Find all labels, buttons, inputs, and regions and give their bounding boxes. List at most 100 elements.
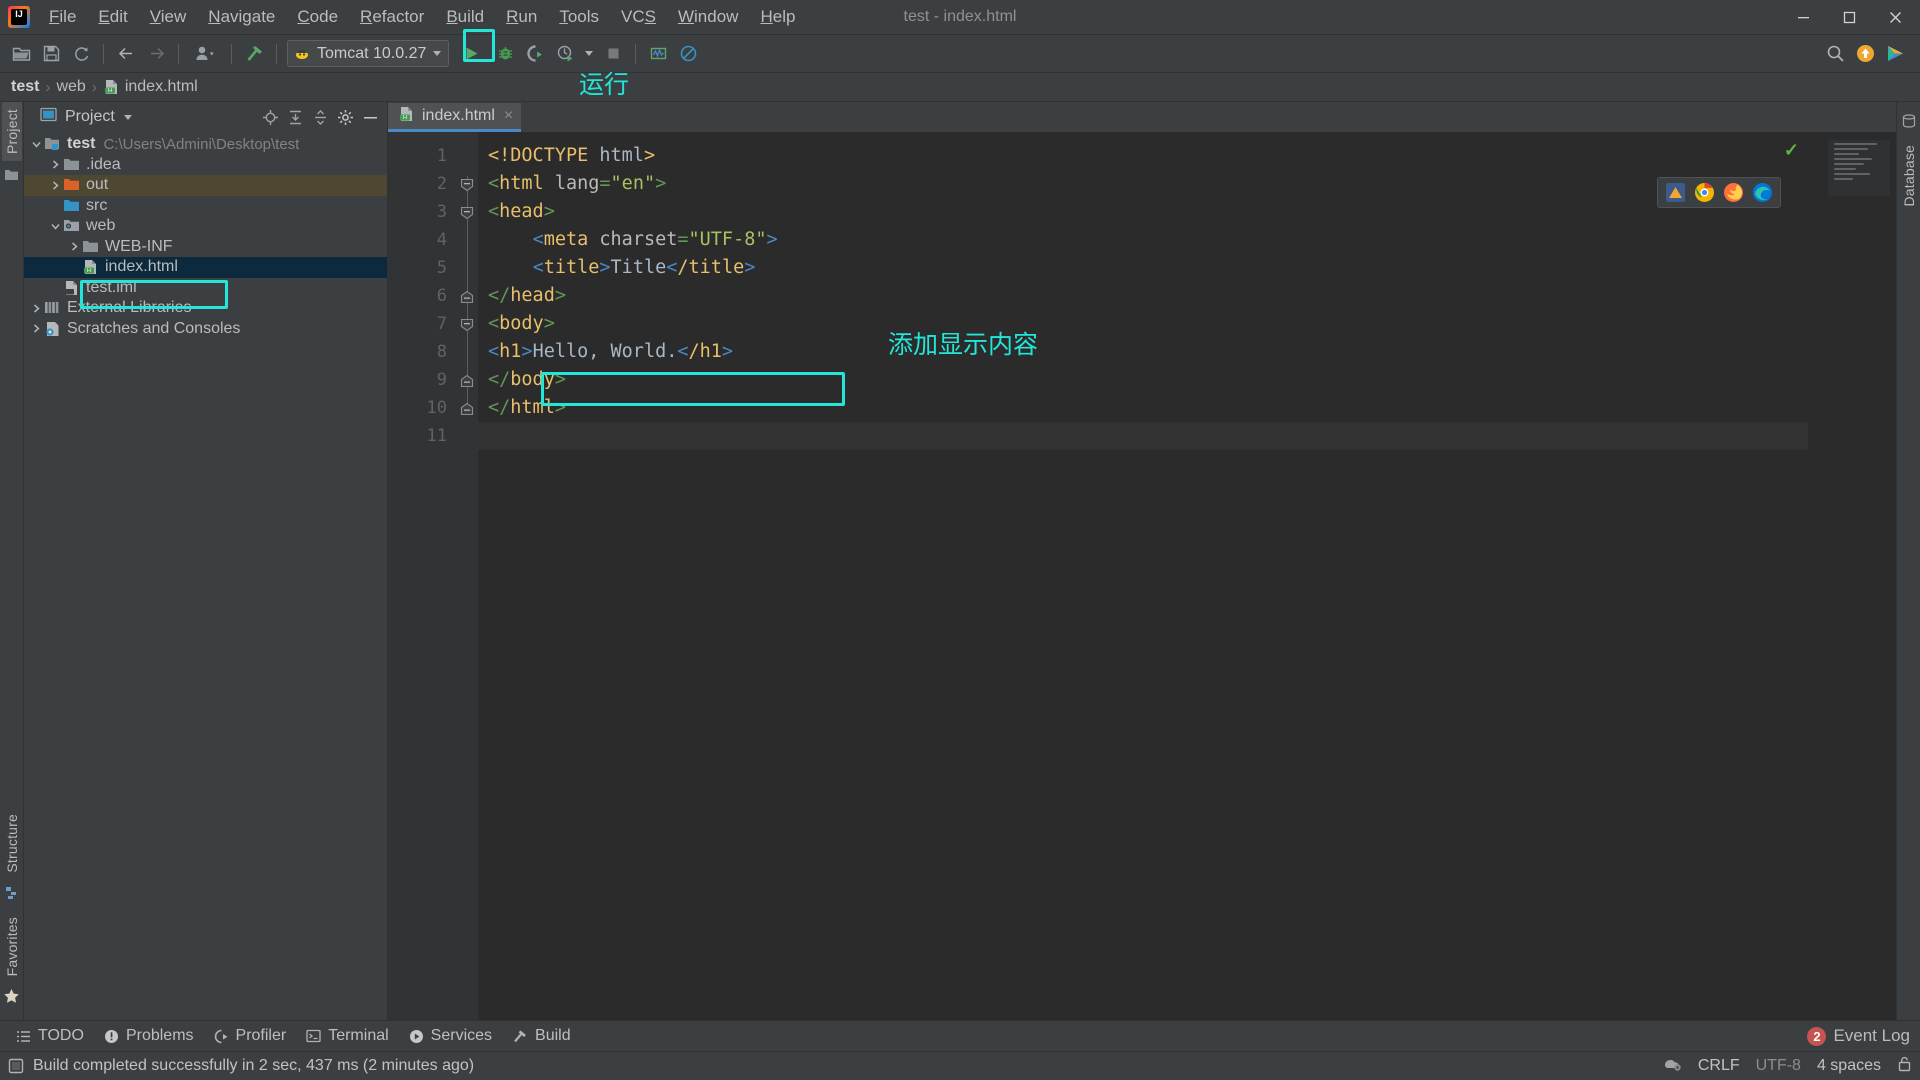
close-icon[interactable]: × — [504, 108, 513, 124]
code-content[interactable]: <!DOCTYPE html> <html lang="en"> <head> <m… — [478, 132, 1808, 1020]
code-line-8[interactable]: <h1>Hello, World.</h1> — [478, 338, 1808, 366]
collapse-all-icon[interactable] — [308, 105, 333, 129]
firefox-icon[interactable] — [1723, 182, 1744, 203]
hide-panel-icon[interactable] — [358, 105, 383, 129]
fold-expand-icon[interactable] — [460, 289, 474, 304]
fold-collapse-icon[interactable] — [460, 177, 474, 192]
breadcrumb-item-web[interactable]: web — [56, 78, 85, 96]
profiler-dropdown-icon[interactable] — [580, 40, 598, 68]
editor-tab-index-html[interactable]: H index.html × — [388, 103, 522, 132]
menu-item-run[interactable]: Run — [495, 3, 548, 31]
run-with-coverage-icon[interactable] — [520, 40, 550, 68]
expand-all-icon[interactable] — [283, 105, 308, 129]
debug-bug-icon[interactable] — [490, 40, 520, 68]
bottom-tab-build[interactable]: Build — [502, 1024, 581, 1048]
code-line-2[interactable]: <html lang="en"> — [478, 170, 1808, 198]
code-line-6[interactable]: </head> — [478, 282, 1808, 310]
tree-item-idea[interactable]: .idea — [24, 155, 387, 176]
lock-icon[interactable] — [1897, 1055, 1912, 1077]
menu-item-file[interactable]: File — [38, 3, 87, 31]
chevron-right-icon[interactable] — [28, 323, 44, 334]
tree-item-out[interactable]: out — [24, 175, 387, 196]
bottom-tab-todo[interactable]: TODO — [6, 1024, 94, 1048]
save-icon[interactable] — [36, 40, 66, 68]
locate-icon[interactable] — [258, 105, 283, 129]
code-line-3[interactable]: <head> — [478, 198, 1808, 226]
chevron-right-icon[interactable] — [47, 159, 63, 170]
fold-collapse-icon[interactable] — [460, 317, 474, 332]
sidebar-item-project[interactable]: Project — [1, 102, 22, 161]
code-line-5[interactable]: <title>Title</title> — [478, 254, 1808, 282]
refresh-icon[interactable] — [66, 40, 96, 68]
run-configuration-selector[interactable]: Tomcat 10.0.27 — [287, 40, 450, 67]
project-tree[interactable]: test C:\Users\Admini\Desktop\test .idea out… — [24, 132, 387, 1020]
bottom-tab-problems[interactable]: Problems — [94, 1024, 204, 1048]
tree-item-web-inf[interactable]: WEB-INF — [24, 237, 387, 258]
tree-item-src[interactable]: src — [24, 196, 387, 217]
open-folder-icon[interactable] — [6, 40, 36, 68]
sidebar-item-database[interactable]: Database — [1899, 138, 1919, 214]
folder-icon[interactable] — [4, 166, 19, 186]
search-icon[interactable] — [1820, 40, 1850, 68]
breadcrumb-item-test[interactable]: test — [11, 78, 39, 96]
inspection-status-icon[interactable]: ✓ — [1784, 140, 1799, 161]
indent-setting-status[interactable]: 4 spaces — [1817, 1057, 1881, 1075]
menu-item-tools[interactable]: Tools — [548, 3, 610, 31]
bottom-tab-profiler[interactable]: Profiler — [204, 1024, 297, 1048]
code-line-7[interactable]: <body> — [478, 310, 1808, 338]
user-icon[interactable] — [186, 40, 224, 68]
sidebar-item-structure[interactable]: Structure — [2, 807, 22, 880]
line-separator-status[interactable]: CRLF — [1698, 1057, 1740, 1075]
settings-gear-icon[interactable] — [333, 105, 358, 129]
tree-item-external-libraries[interactable]: External Libraries — [24, 298, 387, 319]
bottom-tab-services[interactable]: Services — [399, 1024, 502, 1048]
edge-icon[interactable] — [1752, 182, 1773, 203]
event-log-button[interactable]: 2 Event Log — [1807, 1026, 1920, 1046]
breadcrumb-item-index-html[interactable]: index.html — [125, 78, 198, 96]
fold-collapse-icon[interactable] — [460, 205, 474, 220]
chevron-down-icon[interactable] — [123, 114, 132, 120]
ide-badge-icon[interactable] — [1880, 40, 1910, 68]
menu-item-build[interactable]: Build — [435, 3, 495, 31]
menu-item-window[interactable]: Window — [667, 3, 749, 31]
activity-monitor-icon[interactable] — [643, 40, 673, 68]
code-minimap[interactable] — [1828, 140, 1890, 196]
close-button[interactable] — [1872, 0, 1918, 34]
chevron-right-icon[interactable] — [28, 303, 44, 314]
fold-gutter[interactable] — [456, 132, 478, 1020]
tree-item-test[interactable]: test C:\Users\Admini\Desktop\test — [24, 134, 387, 155]
maximize-button[interactable] — [1826, 0, 1872, 34]
menu-item-code[interactable]: Code — [286, 3, 349, 31]
tree-item-web[interactable]: web — [24, 216, 387, 237]
menu-item-help[interactable]: Help — [749, 3, 806, 31]
chrome-icon[interactable] — [1694, 182, 1715, 203]
menu-item-edit[interactable]: Edit — [87, 3, 138, 31]
database-icon[interactable] — [1902, 113, 1916, 133]
code-line-4[interactable]: <meta charset="UTF-8"> — [478, 226, 1808, 254]
tree-item-scratches-and-consoles[interactable]: Scratches and Consoles — [24, 319, 387, 340]
fold-expand-icon[interactable] — [460, 373, 474, 388]
fold-expand-icon[interactable] — [460, 401, 474, 416]
stop-square-icon[interactable] — [598, 40, 628, 68]
chevron-down-icon[interactable] — [28, 139, 44, 150]
chevron-right-icon[interactable] — [66, 241, 82, 252]
code-line-10[interactable]: </html> — [478, 394, 1808, 422]
code-line-1[interactable]: <!DOCTYPE html> — [478, 142, 1808, 170]
inspections-icon[interactable] — [1663, 1055, 1682, 1077]
sidebar-item-favorites[interactable]: Favorites — [2, 910, 22, 983]
tree-item-index-html[interactable]: Hindex.html — [24, 257, 387, 278]
structure-icon[interactable] — [5, 885, 19, 905]
chevron-down-icon[interactable] — [433, 51, 442, 56]
menu-item-refactor[interactable]: Refactor — [349, 3, 435, 31]
run-play-icon[interactable] — [456, 40, 486, 68]
menu-item-view[interactable]: View — [139, 3, 198, 31]
chevron-down-icon[interactable] — [47, 221, 63, 232]
menu-item-navigate[interactable]: Navigate — [197, 3, 286, 31]
arrow-right-icon[interactable] — [141, 40, 171, 68]
ide-browser-icon[interactable] — [1665, 182, 1686, 203]
update-arrow-icon[interactable] — [1850, 40, 1880, 68]
code-editor[interactable]: 1 2 3 4 5 6 7 8 9 10 11 <!DOCTYPE html> <html lang=… — [388, 132, 1896, 1020]
chevron-right-icon[interactable] — [47, 180, 63, 191]
no-entry-icon[interactable] — [673, 40, 703, 68]
file-encoding-status[interactable]: UTF-8 — [1756, 1057, 1801, 1075]
